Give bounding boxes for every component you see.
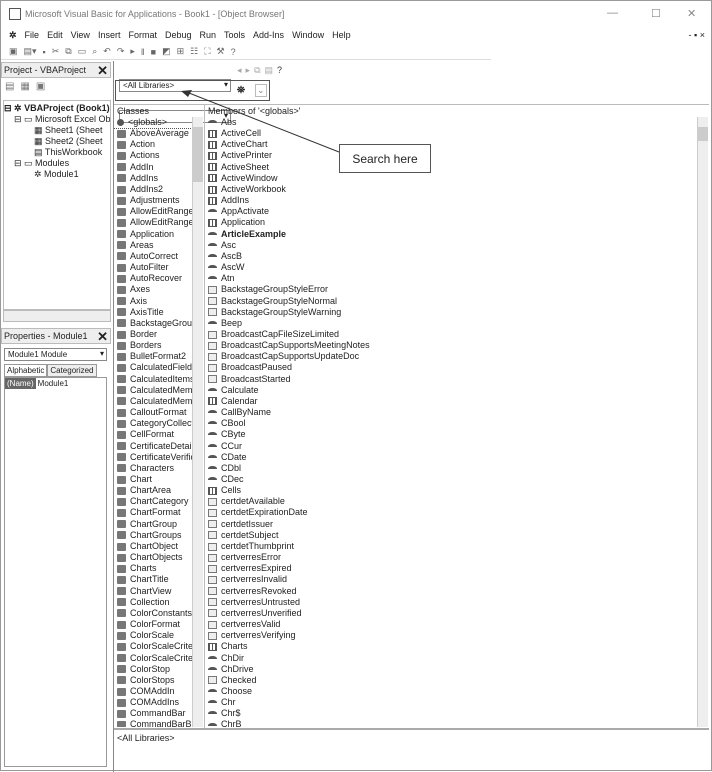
search-here-callout: Search here xyxy=(339,144,431,173)
vba-window: Microsoft Visual Basic for Applications … xyxy=(0,0,712,772)
callout-arrow xyxy=(181,90,340,153)
callout-text: Search here xyxy=(352,151,418,166)
